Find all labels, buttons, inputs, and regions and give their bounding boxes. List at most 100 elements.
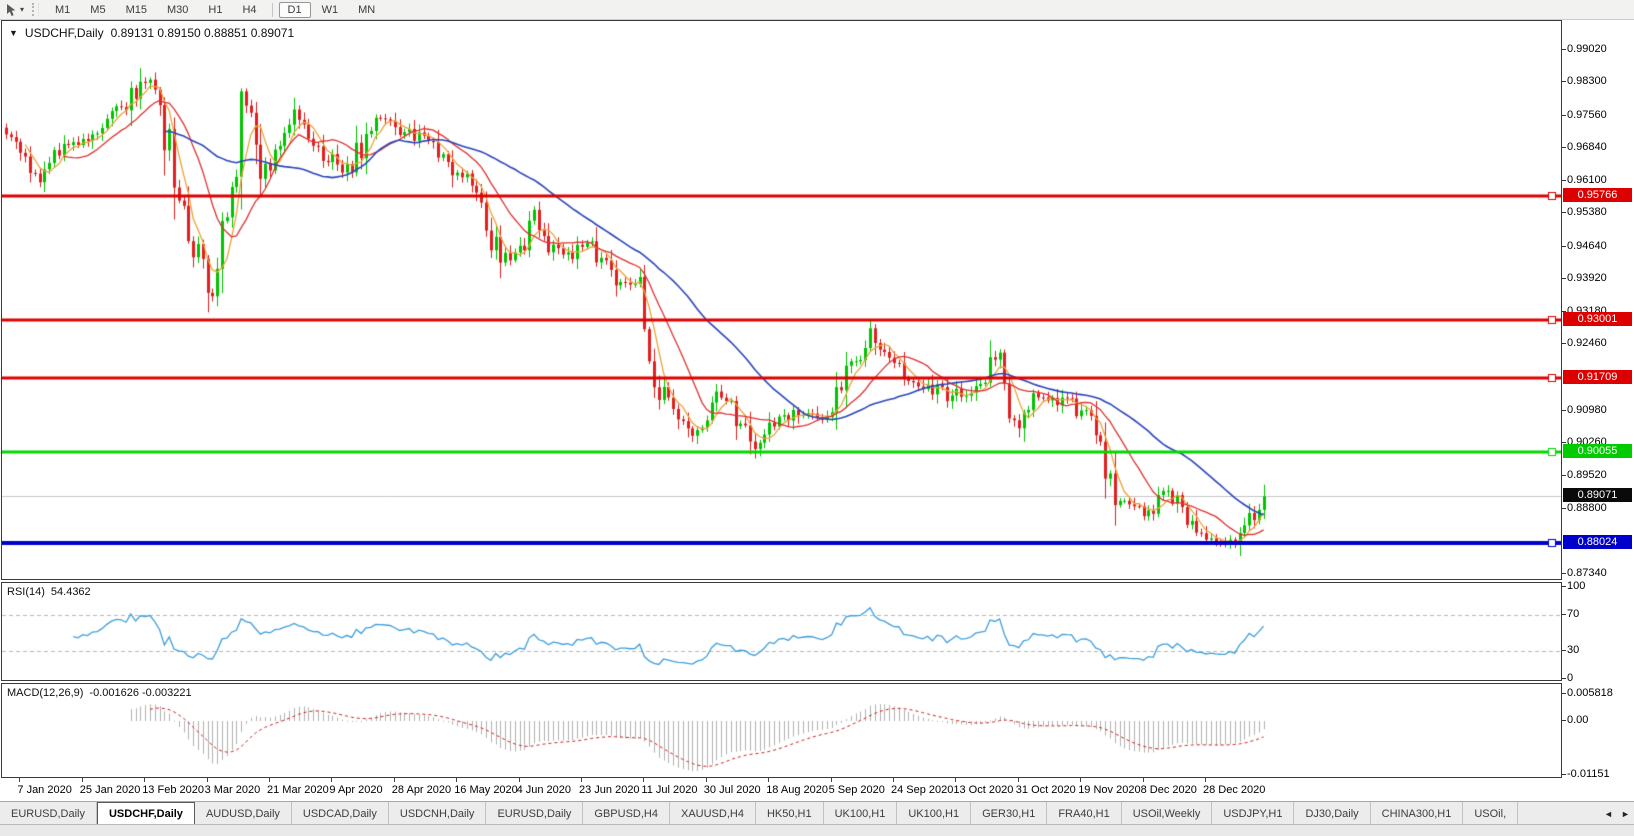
date-tick-mark <box>581 778 582 782</box>
symbol-tab-uk100-h1[interactable]: UK100,H1 <box>824 802 898 825</box>
timeframe-button-h4[interactable]: H4 <box>233 2 265 18</box>
price-axis-label: 0.96840 <box>1567 140 1607 153</box>
rsi-axis-label: 70 <box>1567 607 1580 620</box>
symbol-tab-usdjpy-h1[interactable]: USDJPY,H1 <box>1212 802 1295 825</box>
symbol-tab-usoil-[interactable]: USOil, <box>1463 802 1519 825</box>
axis-tick-mark <box>1562 613 1566 615</box>
tabs-scroll-left-button[interactable]: ◄ <box>1600 802 1617 825</box>
date-axis-label: 8 Dec 2020 <box>1140 784 1197 796</box>
price-axis-label: 0.99020 <box>1567 43 1607 55</box>
price-badge-0-93001: 0.93001 <box>1563 312 1632 327</box>
timeframe-button-m1[interactable]: M1 <box>46 2 79 18</box>
symbol-tab-dj30-daily[interactable]: DJ30,Daily <box>1294 802 1371 825</box>
symbol-tab-usdcnh-daily[interactable]: USDCNH,Daily <box>389 802 487 825</box>
price-chart-canvas[interactable] <box>2 21 1561 579</box>
symbol-tab-usdchf-daily[interactable]: USDCHF,Daily <box>96 802 195 825</box>
date-axis-label: 28 Apr 2020 <box>391 784 452 796</box>
symbol-tab-hk50-h1[interactable]: HK50,H1 <box>756 802 824 825</box>
symbol-tab-eurusd-daily[interactable]: EURUSD,Daily <box>0 802 97 825</box>
macd-canvas[interactable] <box>2 684 1561 777</box>
axis-tick-mark <box>1562 343 1566 345</box>
price-badge-0-95766: 0.95766 <box>1563 187 1632 202</box>
date-tick-mark <box>456 778 458 782</box>
axis-tick-mark <box>1562 409 1566 411</box>
price-badge-0-91709: 0.91709 <box>1563 369 1632 384</box>
date-axis-label: 9 Apr 2020 <box>329 784 383 796</box>
rsi-label: RSI(14) 54.4362 <box>7 586 91 598</box>
date-axis-label: 24 Sep 2020 <box>891 784 954 796</box>
date-axis-label: 19 Nov 2020 <box>1078 784 1141 796</box>
dropdown-caret-icon[interactable]: ▾ <box>20 5 24 14</box>
date-tick-mark <box>893 778 894 782</box>
price-axis-label: 0.98300 <box>1567 75 1607 88</box>
date-tick-mark <box>768 778 770 782</box>
date-axis-label: 3 Mar 2020 <box>204 784 261 796</box>
symbol-tab-eurusd-daily[interactable]: EURUSD,Daily <box>486 802 584 825</box>
date-tick-mark <box>1142 778 1144 782</box>
date-tick-mark <box>705 778 707 782</box>
date-axis-label: 7 Jan 2020 <box>17 784 72 796</box>
timeframe-button-d1[interactable]: D1 <box>278 1 311 18</box>
timeframe-button-m30[interactable]: M30 <box>158 2 197 18</box>
symbol-tab-usoil-weekly[interactable]: USOil,Weekly <box>1122 802 1213 825</box>
collapse-triangle-icon[interactable]: ▼ <box>9 28 18 38</box>
toolbar-divider <box>271 2 273 17</box>
axis-tick-mark <box>1562 114 1566 116</box>
timeframe-button-w1[interactable]: W1 <box>313 2 348 18</box>
date-axis-label: 31 Oct 2020 <box>1015 784 1076 796</box>
date-axis-label: 16 May 2020 <box>454 784 518 796</box>
date-axis-label: 11 Jul 2020 <box>641 784 698 796</box>
axis-tick-mark <box>1562 720 1566 721</box>
date-axis-label: 30 Jul 2020 <box>703 784 761 796</box>
symbol-tab-ger30-h1[interactable]: GER30,H1 <box>971 802 1048 825</box>
date-tick-mark <box>331 778 333 782</box>
date-tick-mark <box>643 778 645 782</box>
price-badge-0-88024: 0.88024 <box>1563 535 1632 550</box>
date-tick-mark <box>144 778 146 782</box>
symbol-tab-uk100-h1[interactable]: UK100,H1 <box>897 802 972 825</box>
timeframe-button-h1[interactable]: H1 <box>199 2 231 18</box>
tabs-scroll-right-button[interactable]: ► <box>1617 802 1634 825</box>
symbol-tab-audusd-daily[interactable]: AUDUSD,Daily <box>195 802 292 825</box>
date-axis-label: 4 Jun 2020 <box>516 784 572 796</box>
price-axis-label: 0.97560 <box>1567 108 1607 121</box>
symbol-tab-xauusd-h4[interactable]: XAUUSD,H4 <box>670 802 756 825</box>
axis-tick-mark <box>1562 180 1566 181</box>
mt4-window: ▾ M1 M5 M15 M30 H1 H4 D1 W1 MN ▼ USDCHF,Daily 0.… <box>0 0 1634 836</box>
date-axis: 7 Jan 2020 25 Jan 2020 13 Feb 2020 3 Mar 20… <box>1 778 1633 800</box>
axis-tick-mark <box>1562 245 1566 247</box>
symbol-tab-gbpusd-h4[interactable]: GBPUSD,H4 <box>583 802 670 825</box>
rsi-axis-label: 100 <box>1567 580 1586 592</box>
timeframe-button-m5[interactable]: M5 <box>81 2 114 18</box>
date-tick-mark <box>518 778 520 782</box>
date-axis-label: 13 Feb 2020 <box>142 784 204 796</box>
price-axis-label: 0.95380 <box>1567 206 1607 219</box>
cursor-tool-button[interactable]: ▾ <box>0 3 28 17</box>
rsi-axis-label: 30 <box>1567 644 1580 657</box>
timeframe-buttons: M1 M5 M15 M30 H1 H4 D1 W1 MN <box>45 1 385 18</box>
price-badge-0-89071: 0.89071 <box>1563 488 1632 503</box>
symbol-tab-fra40-h1[interactable]: FRA40,H1 <box>1047 802 1122 825</box>
date-axis-label: 18 Aug 2020 <box>766 784 828 796</box>
chart-ohlc-values: 0.89131 0.89150 0.88851 0.89071 <box>110 26 295 40</box>
chart-title: ▼ USDCHF,Daily 0.89131 0.89150 0.88851 0… <box>9 26 294 40</box>
timeframe-button-m15[interactable]: M15 <box>117 2 156 18</box>
axis-tick-mark <box>1562 81 1566 83</box>
symbol-tab-china300-h1[interactable]: CHINA300,H1 <box>1371 802 1464 825</box>
bottom-scrollbar-strip[interactable] <box>0 824 1634 836</box>
rsi-axis-label: 0 <box>1567 672 1574 684</box>
symbol-tab-usdcad-daily[interactable]: USDCAD,Daily <box>292 802 389 825</box>
price-axis-label: 0.92460 <box>1567 337 1607 350</box>
date-tick-mark <box>81 778 83 782</box>
date-axis-label: 23 Jun 2020 <box>579 784 640 796</box>
price-axis-label: 0.96100 <box>1567 174 1607 186</box>
chart-symbol-label: USDCHF,Daily <box>24 26 104 40</box>
rsi-canvas[interactable] <box>2 583 1561 680</box>
date-axis-label: 25 Jan 2020 <box>79 784 141 796</box>
date-tick-mark <box>1080 778 1082 782</box>
macd-label: MACD(12,26,9) -0.001626 -0.003221 <box>7 687 192 699</box>
axis-tick-mark <box>1562 573 1566 574</box>
price-axis-label: 0.88800 <box>1567 501 1607 514</box>
price-axis-label: 0.89520 <box>1567 469 1607 482</box>
timeframe-button-mn[interactable]: MN <box>349 2 384 18</box>
